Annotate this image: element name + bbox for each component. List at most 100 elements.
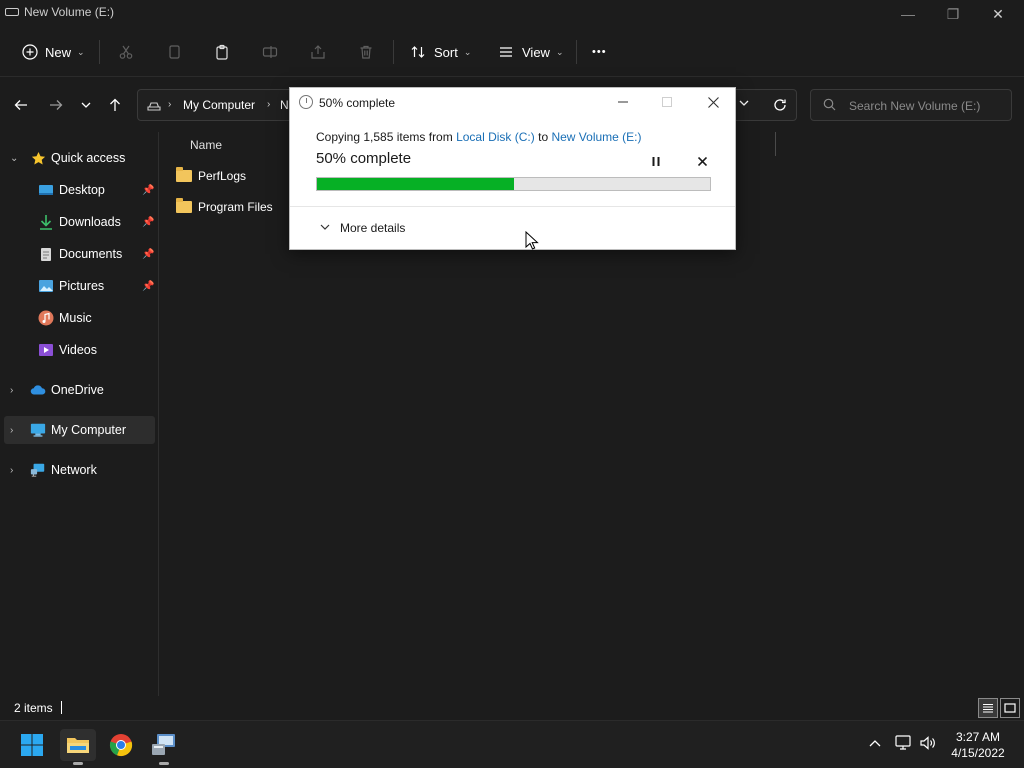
refresh-icon xyxy=(774,99,786,111)
recent-locations-button[interactable] xyxy=(72,91,100,119)
pictures-icon xyxy=(38,278,54,294)
pause-icon xyxy=(652,156,660,166)
item-count: 2 items xyxy=(14,701,53,715)
cancel-copy-button[interactable] xyxy=(692,151,712,171)
search-box[interactable] xyxy=(810,89,1012,121)
sidebar-item-pictures[interactable]: Pictures 📌 xyxy=(4,272,155,300)
dialog-close-button[interactable] xyxy=(698,90,728,114)
refresh-button[interactable] xyxy=(766,91,794,119)
list-item[interactable]: PerfLogs xyxy=(176,164,246,188)
column-header-name[interactable]: Name xyxy=(190,138,222,152)
up-button[interactable] xyxy=(101,91,129,119)
folder-icon xyxy=(176,198,192,213)
details-view-icon xyxy=(983,704,993,713)
sidebar-item-music[interactable]: Music xyxy=(4,304,155,332)
chevron-right-icon: › xyxy=(10,424,14,436)
document-icon xyxy=(38,246,54,262)
forward-button[interactable] xyxy=(42,91,70,119)
list-item[interactable]: Program Files xyxy=(176,195,273,219)
computer-management-icon xyxy=(152,734,175,755)
chevron-down-icon xyxy=(320,223,330,234)
copy-progress-bar xyxy=(316,177,711,191)
network-status-button[interactable] xyxy=(895,735,913,754)
see-more-button[interactable]: ••• xyxy=(592,36,607,68)
cut-button[interactable] xyxy=(116,36,136,68)
more-details-button[interactable]: More details xyxy=(320,221,405,235)
file-name: Program Files xyxy=(198,200,273,214)
star-icon xyxy=(30,150,46,166)
pause-button[interactable] xyxy=(646,151,666,171)
delete-button[interactable] xyxy=(356,36,376,68)
sidebar-item-label: Music xyxy=(59,311,92,325)
start-button[interactable] xyxy=(16,729,48,761)
sidebar-item-label: Pictures xyxy=(59,279,105,293)
sidebar-item-desktop[interactable]: Desktop 📌 xyxy=(4,176,155,204)
scissors-icon xyxy=(116,42,136,62)
sidebar-item-videos[interactable]: Videos xyxy=(4,336,155,364)
status-divider xyxy=(61,701,62,714)
copy-summary-prefix: Copying 1,585 items from xyxy=(316,130,453,144)
percent-complete-label: 50% complete xyxy=(316,150,412,167)
close-button[interactable]: ✕ xyxy=(975,0,1021,28)
paste-button[interactable] xyxy=(212,36,232,68)
toolbar-divider xyxy=(576,40,577,64)
sort-button[interactable]: Sort ⌄ xyxy=(408,36,471,68)
search-input[interactable] xyxy=(849,96,1007,116)
address-history-button[interactable] xyxy=(738,97,750,112)
source-link[interactable]: Local Disk (C:) xyxy=(456,130,535,144)
view-button[interactable]: View ⌄ xyxy=(496,36,564,68)
copy-button[interactable] xyxy=(164,36,184,68)
column-header-divider[interactable] xyxy=(775,132,776,156)
sidebar-item-label: Desktop xyxy=(59,183,105,197)
taskbar-chrome[interactable] xyxy=(105,729,137,761)
navigation-pane-divider[interactable] xyxy=(158,132,159,696)
download-icon xyxy=(38,214,54,230)
clock-date: 4/15/2022 xyxy=(951,746,1005,760)
music-icon xyxy=(38,310,54,326)
sidebar-item-documents[interactable]: Documents 📌 xyxy=(4,240,155,268)
taskbar-file-explorer[interactable] xyxy=(60,729,96,765)
volume-button[interactable] xyxy=(919,735,937,754)
video-icon xyxy=(38,342,54,358)
sort-icon xyxy=(408,42,428,62)
rename-button[interactable] xyxy=(260,36,280,68)
breadcrumb-current[interactable]: N xyxy=(280,98,289,112)
show-hidden-icons-button[interactable] xyxy=(868,735,882,751)
maximize-button[interactable]: ❐ xyxy=(930,0,976,28)
breadcrumb-my-computer[interactable]: My Computer xyxy=(183,98,255,112)
dialog-title: 50% complete xyxy=(319,96,396,110)
minimize-icon xyxy=(618,101,628,103)
arrow-left-icon xyxy=(14,100,27,110)
dialog-minimize-button[interactable] xyxy=(608,90,638,114)
clock-icon xyxy=(299,95,313,109)
sidebar-item-network[interactable]: › Network xyxy=(4,456,155,484)
sidebar-item-downloads[interactable]: Downloads 📌 xyxy=(4,208,155,236)
back-button[interactable] xyxy=(7,91,35,119)
share-button[interactable] xyxy=(308,36,328,68)
sidebar-item-label: Quick access xyxy=(51,151,126,165)
windows-logo-icon xyxy=(21,734,43,756)
details-view-button[interactable] xyxy=(978,698,998,718)
sidebar-item-label: Videos xyxy=(59,343,97,357)
clock-time: 3:27 AM xyxy=(955,730,1001,744)
sidebar-item-my-computer[interactable]: › My Computer xyxy=(4,416,155,444)
dialog-maximize-button xyxy=(652,90,682,114)
chevron-down-icon xyxy=(81,102,91,108)
sidebar-item-onedrive[interactable]: › OneDrive xyxy=(4,376,155,404)
chevron-down-icon: ⌄ xyxy=(463,46,472,57)
chrome-icon xyxy=(109,734,133,757)
sidebar-item-quick-access[interactable]: ⌄ Quick access xyxy=(4,144,155,172)
tiles-view-button[interactable] xyxy=(1000,698,1020,718)
copy-progress-dialog: 50% complete Copying 1,585 items from Lo… xyxy=(289,87,736,250)
minimize-button[interactable]: — xyxy=(885,0,931,28)
taskbar-app[interactable] xyxy=(148,729,180,765)
sidebar-item-label: Downloads xyxy=(59,215,121,229)
trash-icon xyxy=(356,42,376,62)
copy-icon xyxy=(164,42,184,62)
clipboard-icon xyxy=(212,42,232,62)
taskbar-clock[interactable]: 3:27 AM 4/15/2022 xyxy=(940,729,1016,761)
destination-link[interactable]: New Volume (E:) xyxy=(551,130,641,144)
status-bar: 2 items xyxy=(0,696,1024,720)
new-button[interactable]: New ⌄ xyxy=(20,36,85,68)
toolbar-divider xyxy=(99,40,100,64)
